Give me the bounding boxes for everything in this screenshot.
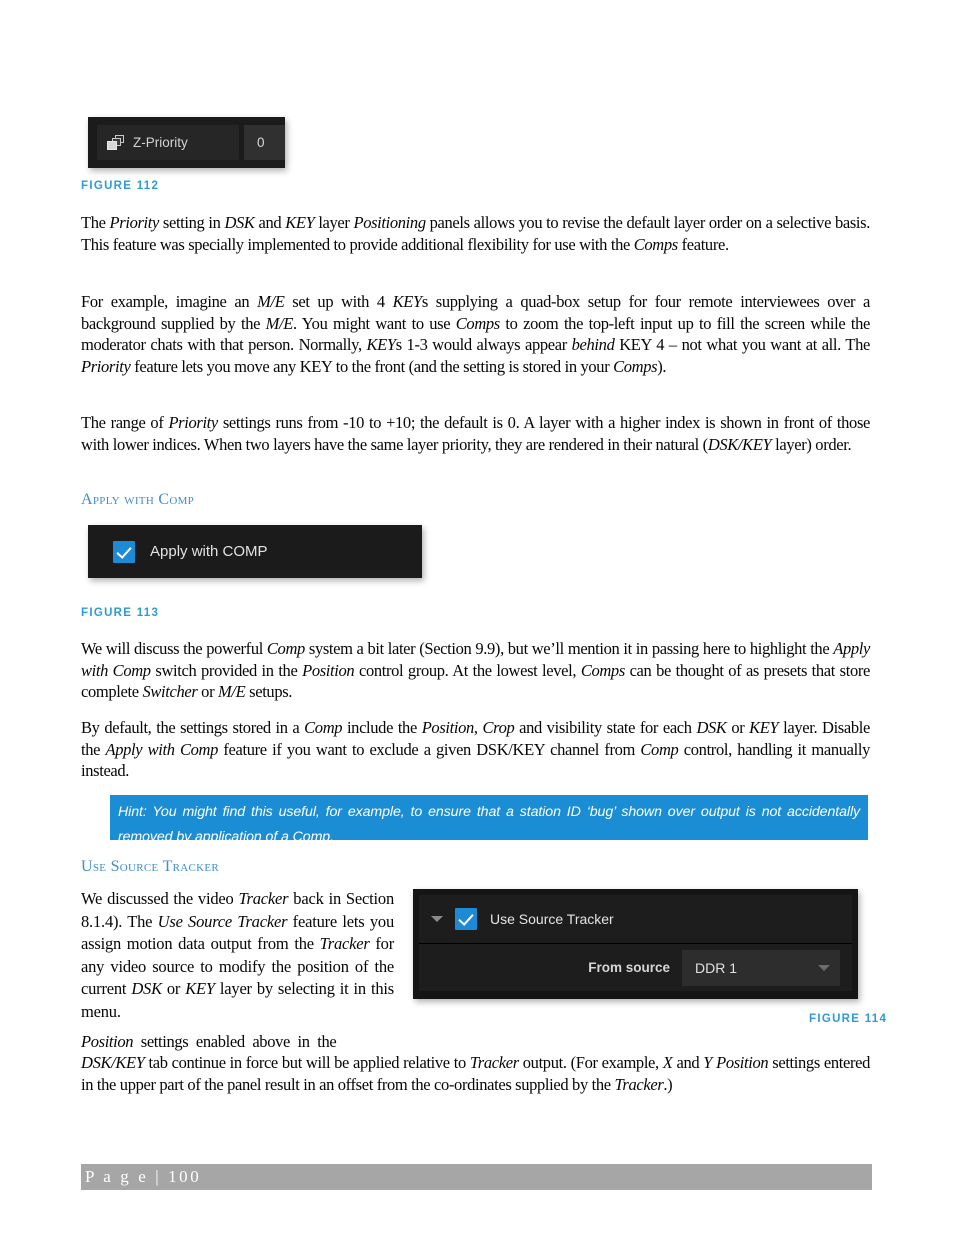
paragraph-quadbox-example: For example, imagine an M/E set up with … [81, 292, 871, 376]
page-number-label: P a g e | 100 [85, 1167, 202, 1186]
figure-caption-112: FIGURE 112 [81, 180, 160, 192]
paragraph-priority-range: The range of Priority settings runs from… [81, 413, 870, 454]
figure-caption-113: FIGURE 113 [81, 607, 160, 619]
hint-callout: Hint: You might find this useful, for ex… [110, 795, 868, 845]
figure-caption-114: FIGURE 114 [809, 1013, 888, 1025]
paragraph-source-tracker: We discussed the video Tracker back in S… [81, 889, 394, 1021]
apply-with-comp-checkbox[interactable] [113, 540, 135, 563]
dropdown-chevron-down-icon[interactable] [818, 964, 830, 971]
use-source-tracker-inner: Use Source Tracker From source DDR 1 [419, 895, 852, 991]
paragraph-priority-intro: The Priority setting in DSK and KEY laye… [81, 213, 870, 254]
paragraph-position-tracker-line1: Position settings enabled above in the [81, 1032, 337, 1051]
apply-with-comp-label: Apply with COMP [150, 543, 268, 560]
apply-with-comp-widget[interactable]: Apply with COMP [88, 525, 422, 578]
paragraph-position-tracker-rest: DSK/KEY tab continue in force but will b… [81, 1053, 870, 1094]
layers-icon [107, 135, 124, 150]
from-source-label: From source [588, 960, 670, 975]
chevron-down-icon[interactable] [431, 916, 443, 922]
paragraph-comp-defaults: By default, the settings stored in a Com… [81, 718, 870, 780]
paragraph-comp-system: We will discuss the powerful Comp system… [81, 639, 871, 701]
from-source-dropdown[interactable]: DDR 1 [682, 949, 840, 986]
document-page: Z-Priority 0 FIGURE 112 The Priority set… [0, 0, 954, 1235]
use-source-tracker-widget[interactable]: Use Source Tracker From source DDR 1 [413, 889, 858, 999]
z-priority-value: 0 [257, 135, 265, 150]
from-source-row: From source DDR 1 [419, 944, 852, 991]
footer-bar: P a g e | 100 [81, 1164, 872, 1190]
use-source-tracker-label: Use Source Tracker [490, 911, 614, 927]
z-priority-label: Z-Priority [133, 135, 188, 150]
heading-use-source-tracker: Use Source Tracker [81, 858, 220, 875]
use-source-tracker-checkbox[interactable] [455, 908, 477, 930]
z-priority-label-cell[interactable]: Z-Priority [97, 125, 239, 160]
from-source-value: DDR 1 [695, 959, 738, 976]
z-priority-value-field[interactable]: 0 [244, 125, 285, 160]
heading-apply-with-comp: Apply with Comp [81, 491, 195, 508]
z-priority-widget[interactable]: Z-Priority 0 [88, 117, 285, 168]
use-source-tracker-header-row[interactable]: Use Source Tracker [419, 895, 852, 944]
